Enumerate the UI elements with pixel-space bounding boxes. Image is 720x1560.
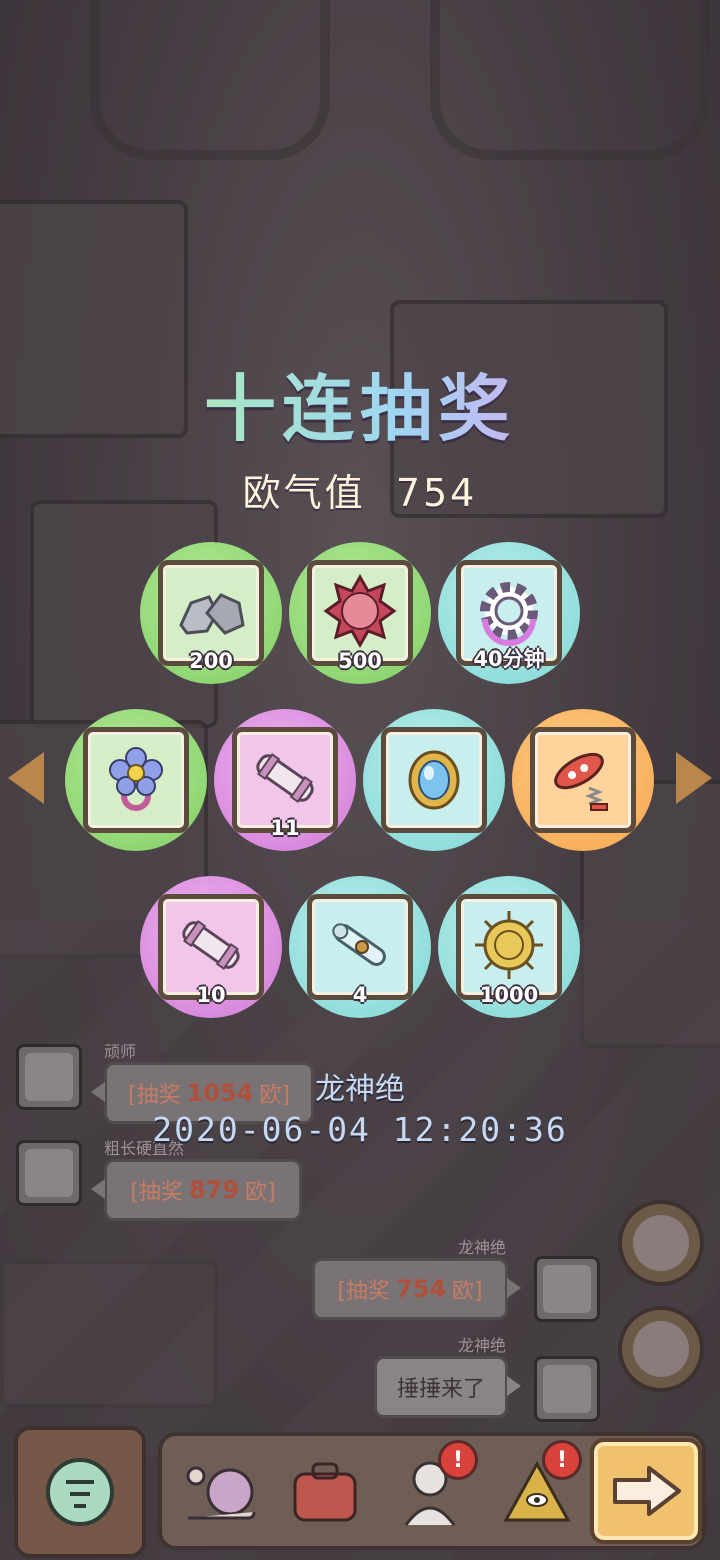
- reward-item[interactable]: [512, 709, 654, 851]
- notification-badge: !: [438, 1440, 478, 1480]
- message-prefix: [抽奖: [337, 1279, 390, 1304]
- reward-card: 200: [158, 560, 264, 673]
- chat-username: 龙神绝: [458, 1238, 507, 1257]
- reward-card: 10: [158, 894, 264, 1007]
- gem-amulet-icon: [408, 750, 460, 810]
- paper-scroll-icon: [332, 923, 386, 966]
- snail-icon: [186, 1466, 256, 1520]
- rocket-spring-icon: [554, 752, 608, 811]
- reward-item[interactable]: 500: [289, 542, 431, 684]
- chat-bubble-icon: [633, 1321, 689, 1377]
- reward-quantity: 4: [352, 983, 368, 1007]
- reward-quantity: 200: [189, 649, 233, 673]
- reward-quantity: 11: [270, 816, 300, 840]
- reward-card: [381, 727, 487, 833]
- avatar[interactable]: [534, 1256, 600, 1322]
- reward-quantity: 40分钟: [473, 647, 545, 671]
- chat-button[interactable]: [618, 1306, 704, 1392]
- pyramid-button[interactable]: !: [492, 1440, 582, 1536]
- right-arrow-icon: [613, 1466, 681, 1516]
- reward-quantity: 1000: [479, 983, 539, 1007]
- chat-message: 捶捶来了: [374, 1356, 521, 1418]
- snail-avatar-icon: [543, 1365, 591, 1413]
- reward-card: 11: [232, 727, 338, 840]
- reward-item[interactable]: 1000: [438, 876, 580, 1018]
- reward-card: 500: [307, 560, 413, 673]
- reward-item[interactable]: 40分钟: [438, 542, 580, 684]
- winner-name: 龙神绝: [315, 1072, 405, 1107]
- bust-button[interactable]: !: [388, 1440, 478, 1536]
- snail-button[interactable]: [176, 1446, 266, 1536]
- luck-label: 欧气值: [242, 471, 366, 515]
- chat-message: [抽奖 879 欧]: [91, 1159, 302, 1221]
- bag-button[interactable]: [280, 1446, 370, 1536]
- blueprint-scroll-icon: [256, 753, 314, 803]
- luck-value: 754: [395, 471, 478, 515]
- flask-icon: [46, 1458, 114, 1526]
- reward-card: 1000: [456, 894, 562, 1007]
- flower-ring-icon: [109, 747, 163, 811]
- gear-icon: [480, 582, 538, 646]
- next-page-button[interactable]: [590, 1438, 702, 1544]
- message-number: 879: [188, 1176, 240, 1204]
- chat-username: 顽师: [104, 1042, 137, 1061]
- luck-value-display: 欧气值 754: [0, 462, 720, 517]
- avatar[interactable]: [16, 1140, 82, 1206]
- message-prefix: [抽奖: [130, 1180, 183, 1205]
- blueprint-scroll-icon: [182, 920, 240, 970]
- backpack-icon: [293, 1462, 357, 1522]
- reward-quantity: 500: [338, 649, 382, 673]
- message-text: 捶捶来了: [396, 1377, 485, 1402]
- reward-card: 40分钟: [456, 560, 562, 671]
- reward-item[interactable]: [65, 709, 207, 851]
- avatar[interactable]: [534, 1356, 600, 1422]
- reward-quantity: 10: [196, 983, 226, 1007]
- previous-arrow-icon[interactable]: [8, 752, 44, 804]
- winner-time: 2020-06-04 12:20:36: [152, 1110, 568, 1149]
- reward-card: 4: [307, 894, 413, 1007]
- chat-username: 龙神绝: [458, 1336, 507, 1355]
- reward-item[interactable]: 11: [214, 709, 356, 851]
- chat-message: [抽奖 754 欧]: [312, 1258, 521, 1320]
- planet-icon: [633, 1215, 689, 1271]
- reward-item[interactable]: 200: [140, 542, 282, 684]
- flask-button[interactable]: [14, 1426, 146, 1558]
- page-title: 十连抽奖: [0, 350, 720, 455]
- spiked-shell-icon: [323, 573, 397, 649]
- message-suffix: 欧]: [452, 1279, 483, 1304]
- reward-card: [83, 727, 189, 833]
- snail-avatar-icon: [543, 1265, 591, 1313]
- stone-icon: [179, 593, 245, 635]
- message-suffix: 欧]: [245, 1180, 276, 1205]
- notification-badge: !: [542, 1440, 582, 1480]
- reward-item[interactable]: 4: [289, 876, 431, 1018]
- reward-item[interactable]: 10: [140, 876, 282, 1018]
- next-arrow-icon[interactable]: [676, 752, 712, 804]
- golden-medal-icon: [475, 911, 543, 979]
- reward-card: [530, 727, 636, 833]
- reward-item[interactable]: [363, 709, 505, 851]
- message-number: 754: [395, 1275, 447, 1303]
- robot-avatar-icon: [25, 1149, 73, 1197]
- planet-button[interactable]: [618, 1200, 704, 1286]
